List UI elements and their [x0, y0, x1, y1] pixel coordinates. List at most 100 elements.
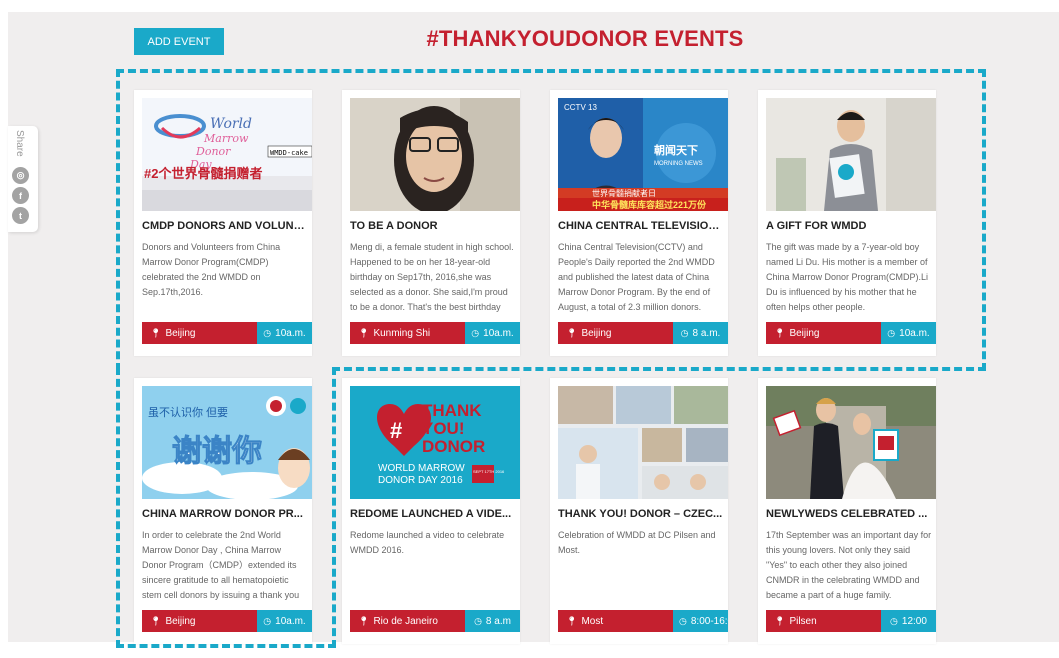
event-card[interactable]: THANK YOU! DONOR – CZEC... Celebration o…: [550, 378, 728, 644]
event-title[interactable]: TO BE A DONOR: [350, 220, 515, 232]
image-caption-line: Donor: [195, 145, 231, 158]
event-description: Redome launched a video to celebrate WMD…: [350, 528, 516, 600]
event-title[interactable]: NEWLYWEDS CELEBRATED ...: [766, 508, 931, 520]
clock-icon: ◷: [681, 328, 689, 339]
event-card[interactable]: NEWLYWEDS CELEBRATED ... 17th September …: [758, 378, 936, 644]
clock-icon: ◷: [471, 328, 479, 339]
time-text: 8 a.m: [486, 616, 511, 627]
location-text: Pilsen: [789, 616, 816, 627]
event-image[interactable]: World Marrow Donor Day WMDD-cake #2个世界骨髓…: [142, 98, 312, 211]
event-description: Meng di, a female student in high school…: [350, 240, 516, 312]
event-image[interactable]: [558, 386, 728, 499]
time-text: 10a.m.: [483, 328, 514, 339]
event-time: ◷ 10a.m.: [257, 322, 312, 344]
event-time: ◷12:00: [881, 610, 936, 632]
event-card[interactable]: World Marrow Donor Day WMDD-cake #2个世界骨髓…: [134, 90, 312, 356]
event-card[interactable]: 虽不认识你 但要 谢谢你 CHINA MARROW DONOR PR... In…: [134, 378, 312, 644]
event-time: ◷ 10a.m.: [257, 610, 312, 632]
event-location[interactable]: 📍︎ Rio de Janeiro: [350, 610, 465, 632]
event-location[interactable]: 📍︎ Beijing: [766, 322, 881, 344]
event-time: ◷ 8:00-16:00: [673, 610, 728, 632]
event-image[interactable]: [350, 98, 520, 211]
twitter-icon[interactable]: t: [12, 207, 29, 224]
location-pin-icon: 📍︎: [774, 616, 785, 627]
clock-icon: ◷: [890, 616, 898, 627]
event-time: ◷ 8 a.m: [465, 610, 520, 632]
location-text: Kunming Shi: [373, 328, 430, 339]
location-pin-icon: 📍︎: [358, 616, 369, 627]
event-location[interactable]: 📍︎ Kunming Shi: [350, 322, 465, 344]
event-location[interactable]: 📍︎ Most: [558, 610, 673, 632]
time-text: 10a.m.: [275, 616, 306, 627]
time-text: 10a.m.: [275, 328, 306, 339]
location-pin-icon: 📍︎: [566, 616, 577, 627]
image-sub-line: DONOR DAY 2016: [378, 475, 463, 486]
location-text: Beijing: [581, 328, 611, 339]
event-image[interactable]: [766, 386, 936, 499]
event-title[interactable]: CHINA MARROW DONOR PR...: [142, 508, 307, 520]
clock-icon: ◷: [263, 328, 271, 339]
location-pin-icon: 📍︎: [358, 328, 369, 339]
event-card[interactable]: # THANK YOU! DONOR WORLD MARROW DONOR DA…: [342, 378, 520, 644]
clock-icon: ◷: [679, 616, 687, 627]
event-title[interactable]: CMDP DONORS AND VOLUNT...: [142, 220, 307, 232]
image-news-sub: MORNING NEWS: [654, 161, 703, 167]
image-caption-line: Marrow: [203, 132, 249, 145]
clock-icon: ◷: [263, 616, 271, 627]
event-location[interactable]: 📍︎ Beijing: [142, 610, 257, 632]
event-card[interactable]: CCTV 13 朝闻天下 MORNING NEWS 世界骨髓捐献者日 中华骨髓库…: [550, 90, 728, 356]
event-description: 17th September was an important day for …: [766, 528, 932, 600]
location-text: Beijing: [165, 616, 195, 627]
event-description: Donors and Volunteers from China Marrow …: [142, 240, 308, 312]
share-label: Share: [14, 130, 25, 157]
image-caption: 虽不认识你 但要: [148, 406, 228, 419]
event-title[interactable]: A GIFT FOR WMDD: [766, 220, 931, 232]
event-location[interactable]: 📍︎ Beijing: [558, 322, 673, 344]
event-title[interactable]: CHINA CENTRAL TELEVISION ...: [558, 220, 723, 232]
image-sub-line: WORLD MARROW: [378, 463, 465, 474]
event-image[interactable]: [766, 98, 936, 211]
image-big-text: 谢谢你: [172, 435, 262, 468]
svg-text:#: #: [390, 418, 402, 443]
page-title: #THANKYOUDONOR EVENTS: [330, 26, 840, 52]
event-card[interactable]: TO BE A DONOR Meng di, a female student …: [342, 90, 520, 356]
location-text: Rio de Janeiro: [373, 616, 437, 627]
event-location[interactable]: 📍︎ Beijing: [142, 322, 257, 344]
event-time: ◷ 8 a.m.: [673, 322, 728, 344]
location-pin-icon: 📍︎: [150, 328, 161, 339]
event-description: The gift was made by a 7-year-old boy na…: [766, 240, 932, 312]
facebook-icon[interactable]: f: [12, 187, 29, 204]
event-time: ◷ 10a.m.: [881, 322, 936, 344]
share-sidebar: Share ◎ f t: [8, 126, 38, 232]
clock-icon: ◷: [887, 328, 895, 339]
location-text: Most: [581, 616, 603, 627]
time-text: 8:00-16:00: [691, 616, 728, 627]
image-caption: 世界骨髓捐献者日: [592, 188, 656, 198]
time-text: 10a.m.: [899, 328, 930, 339]
event-image[interactable]: # THANK YOU! DONOR WORLD MARROW DONOR DA…: [350, 386, 520, 499]
image-news: 朝闻天下: [654, 143, 698, 157]
event-image[interactable]: CCTV 13 朝闻天下 MORNING NEWS 世界骨髓捐献者日 中华骨髓库…: [558, 98, 728, 211]
event-title[interactable]: REDOME LAUNCHED A VIDE...: [350, 508, 515, 520]
image-heading-line: YOU!: [422, 419, 465, 438]
location-pin-icon: 📍︎: [150, 616, 161, 627]
add-event-button[interactable]: ADD EVENT: [134, 28, 224, 55]
image-tag: WMDD-cake: [270, 149, 308, 157]
instagram-icon[interactable]: ◎: [12, 167, 29, 184]
event-description: Celebration of WMDD at DC Pilsen and Mos…: [558, 528, 724, 600]
location-pin-icon: 📍︎: [774, 328, 785, 339]
location-text: Beijing: [165, 328, 195, 339]
location-pin-icon: 📍︎: [566, 328, 577, 339]
event-time: ◷ 10a.m.: [465, 322, 520, 344]
image-heading-line: THANK: [422, 401, 482, 420]
time-text: 8 a.m.: [693, 328, 721, 339]
event-image[interactable]: 虽不认识你 但要 谢谢你: [142, 386, 312, 499]
event-description: In order to celebrate the 2nd World Marr…: [142, 528, 308, 600]
image-heading-line: DONOR: [422, 437, 485, 456]
image-ticker: 中华骨髓库库容超过221万份: [592, 199, 707, 210]
event-location[interactable]: 📍︎ Pilsen: [766, 610, 881, 632]
event-title[interactable]: THANK YOU! DONOR – CZEC...: [558, 508, 723, 520]
location-text: Beijing: [789, 328, 819, 339]
event-card[interactable]: A GIFT FOR WMDD The gift was made by a 7…: [758, 90, 936, 356]
clock-icon: ◷: [474, 616, 482, 627]
